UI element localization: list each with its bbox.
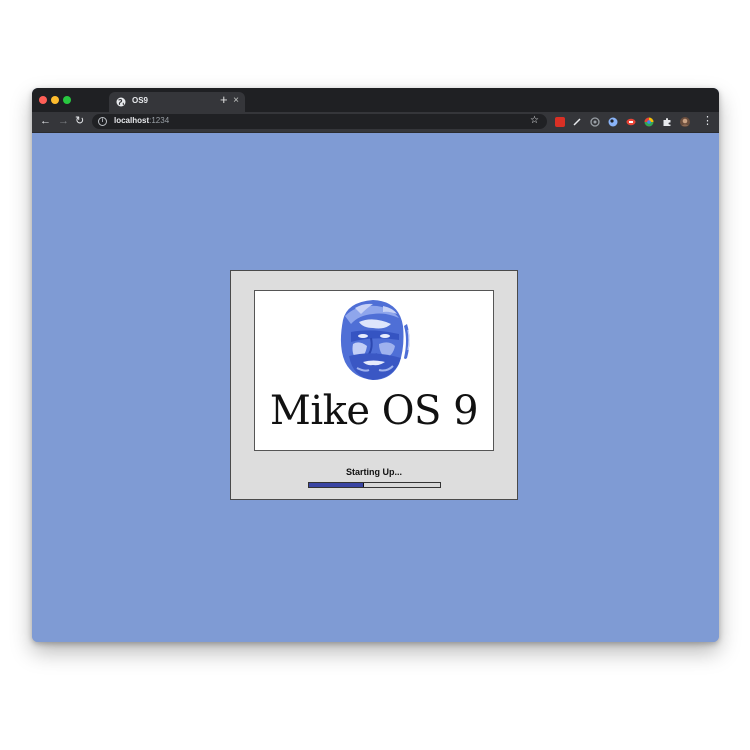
back-arrow-icon[interactable]: ←	[40, 115, 51, 128]
url-host: localhost	[114, 116, 150, 125]
forward-arrow-icon[interactable]: →	[58, 115, 69, 128]
globe-icon	[116, 97, 126, 107]
address-url[interactable]: localhost:1234	[114, 116, 169, 125]
brand-title: Mike OS 9	[269, 388, 479, 434]
blue-extension-icon[interactable]	[608, 117, 618, 127]
circle-extension-icon[interactable]	[590, 117, 600, 127]
tab-close-icon[interactable]: ×	[233, 95, 239, 107]
red-square-extension-icon[interactable]	[555, 117, 565, 127]
startup-progress-bar	[308, 482, 441, 488]
address-bar[interactable]: i localhost:1234	[92, 114, 547, 129]
face-portrait-icon	[340, 300, 410, 380]
browser-toolbar: ← → ↻ i localhost:1234 ☆ ⋮	[32, 112, 719, 133]
splash-panel: Mike OS 9	[254, 290, 494, 451]
browser-window: OS9 × + ← → ↻ i localhost:1234 ☆ ⋮ Mike …	[32, 88, 719, 642]
bookmark-star-icon[interactable]: ☆	[530, 115, 539, 127]
site-info-icon[interactable]: i	[98, 117, 107, 126]
url-port: :1234	[149, 116, 170, 125]
tab-title: OS9	[132, 96, 149, 105]
startup-progress-fill	[309, 483, 365, 487]
browser-menu-icon[interactable]: ⋮	[702, 115, 713, 128]
pen-extension-icon[interactable]	[572, 117, 582, 127]
startup-status-text: Starting Up...	[346, 467, 402, 477]
profile-avatar-icon[interactable]	[680, 117, 690, 127]
reload-icon[interactable]: ↻	[75, 115, 84, 128]
new-tab-button[interactable]: +	[220, 92, 228, 108]
maximize-window-button[interactable]	[63, 96, 71, 104]
startup-dialog: Mike OS 9 Starting Up...	[230, 270, 518, 500]
puzzle-extension-icon[interactable]	[662, 117, 672, 127]
close-window-button[interactable]	[39, 96, 47, 104]
chrome-extension-icon[interactable]	[644, 117, 654, 127]
tab-strip: OS9 × +	[32, 88, 719, 112]
desktop-background: Mike OS 9 Starting Up...	[32, 133, 719, 642]
red-oval-extension-icon[interactable]	[626, 117, 636, 127]
minimize-window-button[interactable]	[51, 96, 59, 104]
